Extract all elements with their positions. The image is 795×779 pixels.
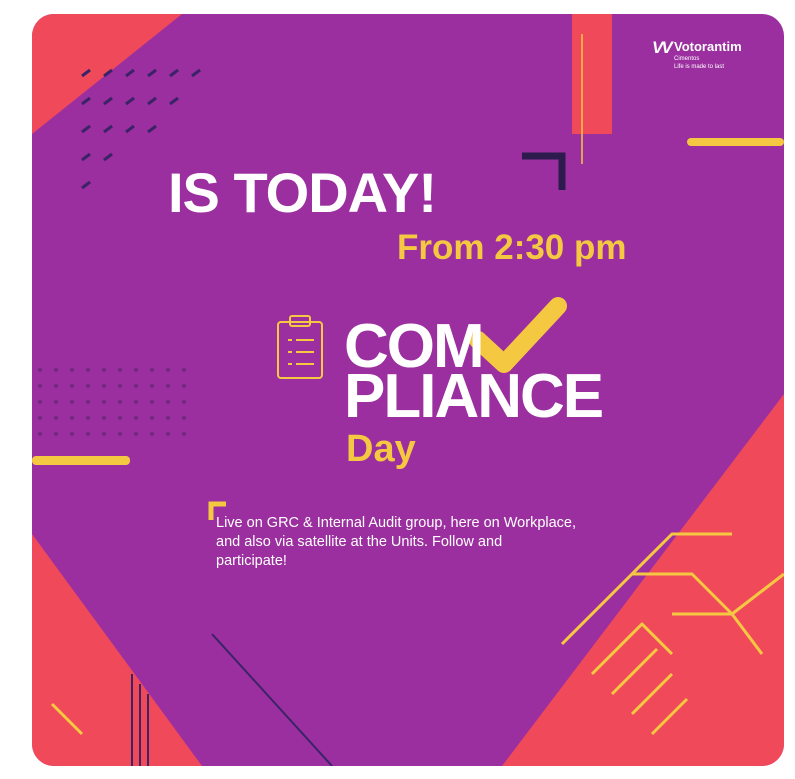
bottom-right-red-band	[502, 394, 784, 766]
clipboard-icon	[277, 315, 323, 379]
headline: IS TODAY!	[168, 161, 437, 224]
top-red-bar	[572, 14, 612, 134]
yellow-bar-left	[32, 456, 130, 465]
diagonal-line	[211, 633, 333, 766]
event-title-line3: Day	[346, 428, 416, 470]
event-description: Live on GRC & Internal Audit group, here…	[216, 515, 577, 569]
event-time: From 2:30 pm	[397, 228, 627, 267]
logo-subtitle: Cimentos	[674, 56, 700, 62]
bottom-left-red-band	[32, 534, 202, 766]
checkmark-icon	[469, 297, 567, 373]
corner-bracket-icon	[522, 152, 566, 190]
yellow-bar-right	[687, 138, 784, 146]
dot-grid	[38, 368, 186, 436]
logo-tagline: Life is made to last	[674, 64, 725, 70]
logo-name: Votorantim	[674, 39, 742, 54]
votorantim-logo-icon: VV	[652, 38, 673, 57]
event-title-line2: PLIANCE	[344, 362, 604, 431]
event-banner: VV Votorantim Cimentos Life is made to l…	[32, 14, 784, 766]
